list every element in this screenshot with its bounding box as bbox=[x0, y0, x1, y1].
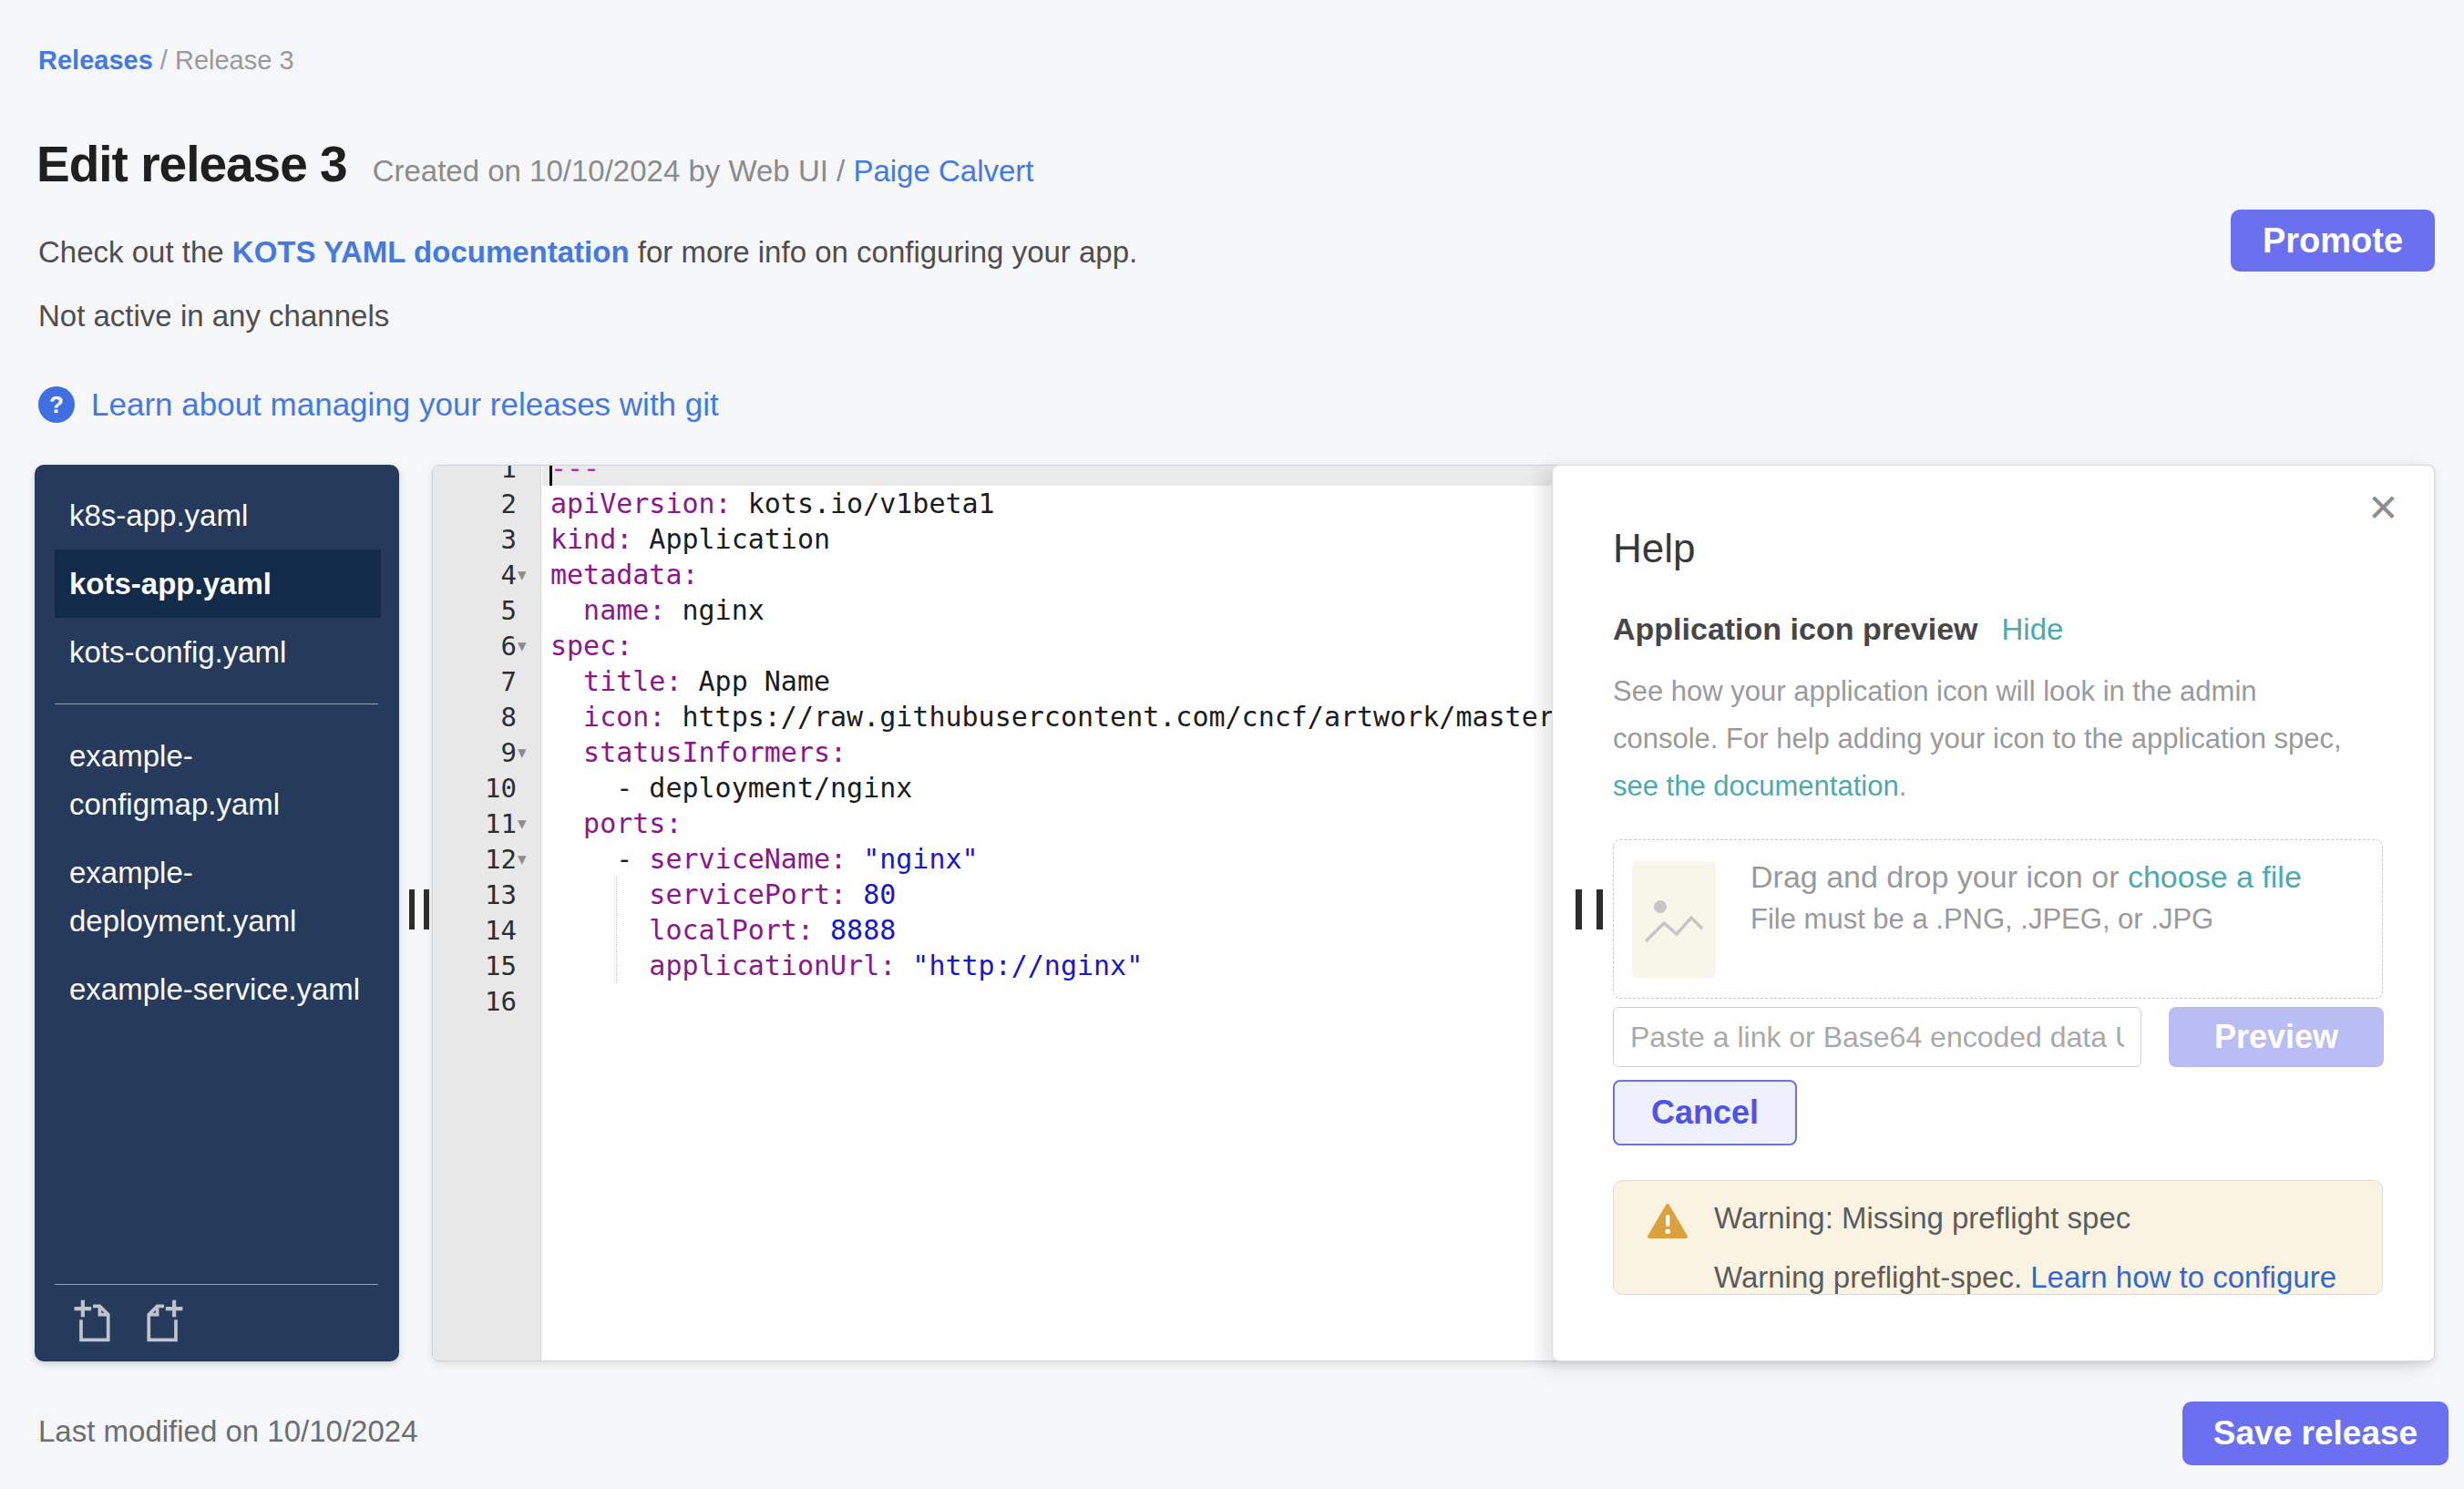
sidebar-divider bbox=[55, 703, 378, 704]
gutter-line-13: 13 bbox=[433, 877, 540, 912]
learn-configure-link[interactable]: Learn how to configure bbox=[2030, 1260, 2336, 1294]
gutter-line-12: 12▾ bbox=[433, 841, 540, 877]
icon-dropzone[interactable]: Drag and drop your icon or choose a file… bbox=[1613, 839, 2383, 999]
gutter-line-15: 15 bbox=[433, 948, 540, 983]
gutter-line-1: 1 bbox=[433, 465, 540, 486]
breadcrumb-current: Release 3 bbox=[175, 46, 294, 75]
cancel-button[interactable]: Cancel bbox=[1613, 1080, 1797, 1145]
created-info: Created on 10/10/2024 by Web UI / Paige … bbox=[373, 154, 1034, 189]
section-title: Application icon preview bbox=[1613, 611, 1978, 647]
file-item-kots-config.yaml[interactable]: kots-config.yaml bbox=[55, 618, 381, 686]
promote-button[interactable]: Promote bbox=[2231, 210, 2435, 272]
page-title: Edit release 3 bbox=[36, 135, 347, 193]
save-release-button[interactable]: Save release bbox=[2182, 1402, 2449, 1465]
gutter-line-11: 11▾ bbox=[433, 806, 540, 841]
created-text: Created on 10/10/2024 by Web UI / bbox=[373, 154, 854, 188]
gutter-line-8: 8 bbox=[433, 699, 540, 734]
file-item-example-deployment.yaml[interactable]: example-deployment.yaml bbox=[55, 838, 381, 955]
file-item-kots-app.yaml[interactable]: kots-app.yaml bbox=[55, 549, 381, 618]
last-modified: Last modified on 10/10/2024 bbox=[38, 1414, 417, 1449]
help-description-line1: See how your application icon will look … bbox=[1613, 668, 2342, 715]
fold-arrow-icon[interactable]: ▾ bbox=[518, 557, 539, 592]
file-item-example-configmap.yaml[interactable]: example-configmap.yaml bbox=[55, 722, 381, 838]
help-resize-handle[interactable] bbox=[1576, 889, 1603, 929]
dropzone-text: Drag and drop your icon or choose a file… bbox=[1750, 855, 2302, 940]
see-documentation-link[interactable]: see the documentation bbox=[1613, 770, 1899, 802]
docs-suffix: for more info on configuring your app. bbox=[630, 235, 1138, 269]
help-title: Help bbox=[1613, 526, 1696, 571]
gutter-line-3: 3 bbox=[433, 521, 540, 557]
new-file-icon[interactable] bbox=[69, 1298, 117, 1345]
sidebar-actions bbox=[55, 1284, 378, 1361]
file-item-k8s-app.yaml[interactable]: k8s-app.yaml bbox=[55, 481, 381, 549]
gutter-line-4: 4▾ bbox=[433, 557, 540, 592]
indent-guide bbox=[616, 877, 617, 983]
breadcrumb: Releases / Release 3 bbox=[38, 46, 294, 76]
warning-line1: Warning: Missing preflight spec bbox=[1714, 1201, 2336, 1236]
docs-line: Check out the KOTS YAML documentation fo… bbox=[38, 235, 1137, 270]
git-help-line: ? Learn about managing your releases wit… bbox=[38, 386, 719, 423]
file-sidebar: k8s-app.yamlkots-app.yamlkots-config.yam… bbox=[35, 465, 399, 1361]
kots-yaml-docs-link[interactable]: KOTS YAML documentation bbox=[232, 235, 630, 269]
image-placeholder-icon bbox=[1632, 861, 1716, 978]
preflight-warning: Warning: Missing preflight spec Warning … bbox=[1613, 1180, 2383, 1295]
warning-triangle-icon bbox=[1647, 1203, 1689, 1239]
warning-line2-text: Warning preflight-spec. bbox=[1714, 1260, 2030, 1294]
dropzone-line2: File must be a .PNG, .JPEG, or .JPG bbox=[1750, 899, 2302, 940]
git-releases-link[interactable]: Learn about managing your releases with … bbox=[91, 386, 719, 423]
help-description-line2: console. For help adding your icon to th… bbox=[1613, 715, 2342, 763]
icon-preview-section: Application icon preview Hide bbox=[1613, 611, 2063, 647]
fold-arrow-icon[interactable]: ▾ bbox=[518, 628, 539, 663]
created-by-link[interactable]: Paige Calvert bbox=[853, 154, 1033, 188]
fold-arrow-icon[interactable]: ▾ bbox=[518, 841, 539, 877]
warning-line2: Warning preflight-spec. Learn how to con… bbox=[1714, 1260, 2336, 1295]
gutter-line-9: 9▾ bbox=[433, 734, 540, 770]
docs-prefix: Check out the bbox=[38, 235, 232, 269]
choose-file-link[interactable]: choose a file bbox=[2128, 859, 2302, 894]
file-item-example-service.yaml[interactable]: example-service.yaml bbox=[55, 955, 381, 1023]
fold-arrow-icon[interactable]: ▾ bbox=[518, 806, 539, 841]
title-row: Edit release 3 Created on 10/10/2024 by … bbox=[36, 135, 1034, 193]
gutter-line-16: 16 bbox=[433, 983, 540, 1019]
channel-status: Not active in any channels bbox=[38, 299, 389, 334]
gutter-line-5: 5 bbox=[433, 592, 540, 628]
question-circle-icon: ? bbox=[38, 386, 75, 423]
gutter-line-14: 14 bbox=[433, 912, 540, 948]
breadcrumb-separator: / bbox=[153, 46, 175, 75]
gutter-line-10: 10 bbox=[433, 770, 540, 806]
icon-url-input[interactable] bbox=[1613, 1007, 2141, 1067]
hide-link[interactable]: Hide bbox=[2002, 612, 2064, 647]
warning-text: Warning: Missing preflight spec Warning … bbox=[1714, 1201, 2336, 1294]
gutter-line-6: 6▾ bbox=[433, 628, 540, 663]
preview-button[interactable]: Preview bbox=[2169, 1007, 2384, 1067]
fold-arrow-icon[interactable]: ▾ bbox=[518, 734, 539, 770]
file-list: k8s-app.yamlkots-app.yamlkots-config.yam… bbox=[35, 465, 399, 1023]
help-panel: ✕ Help Application icon preview Hide See… bbox=[1552, 465, 2435, 1361]
help-description: See how your application icon will look … bbox=[1613, 668, 2342, 810]
breadcrumb-releases-link[interactable]: Releases bbox=[38, 46, 153, 75]
sidebar-resize-handle[interactable] bbox=[409, 889, 429, 929]
text-cursor bbox=[549, 465, 552, 486]
dropzone-line1: Drag and drop your icon or bbox=[1750, 859, 2128, 894]
new-file-alt-icon[interactable] bbox=[140, 1298, 188, 1345]
help-description-period: . bbox=[1899, 770, 1907, 802]
gutter-line-2: 2 bbox=[433, 486, 540, 521]
editor-gutter: 1234▾56▾789▾1011▾12▾13141516 bbox=[433, 465, 541, 1361]
gutter-line-7: 7 bbox=[433, 663, 540, 699]
help-description-line3: see the documentation. bbox=[1613, 763, 2342, 810]
close-icon[interactable]: ✕ bbox=[2367, 489, 2399, 528]
